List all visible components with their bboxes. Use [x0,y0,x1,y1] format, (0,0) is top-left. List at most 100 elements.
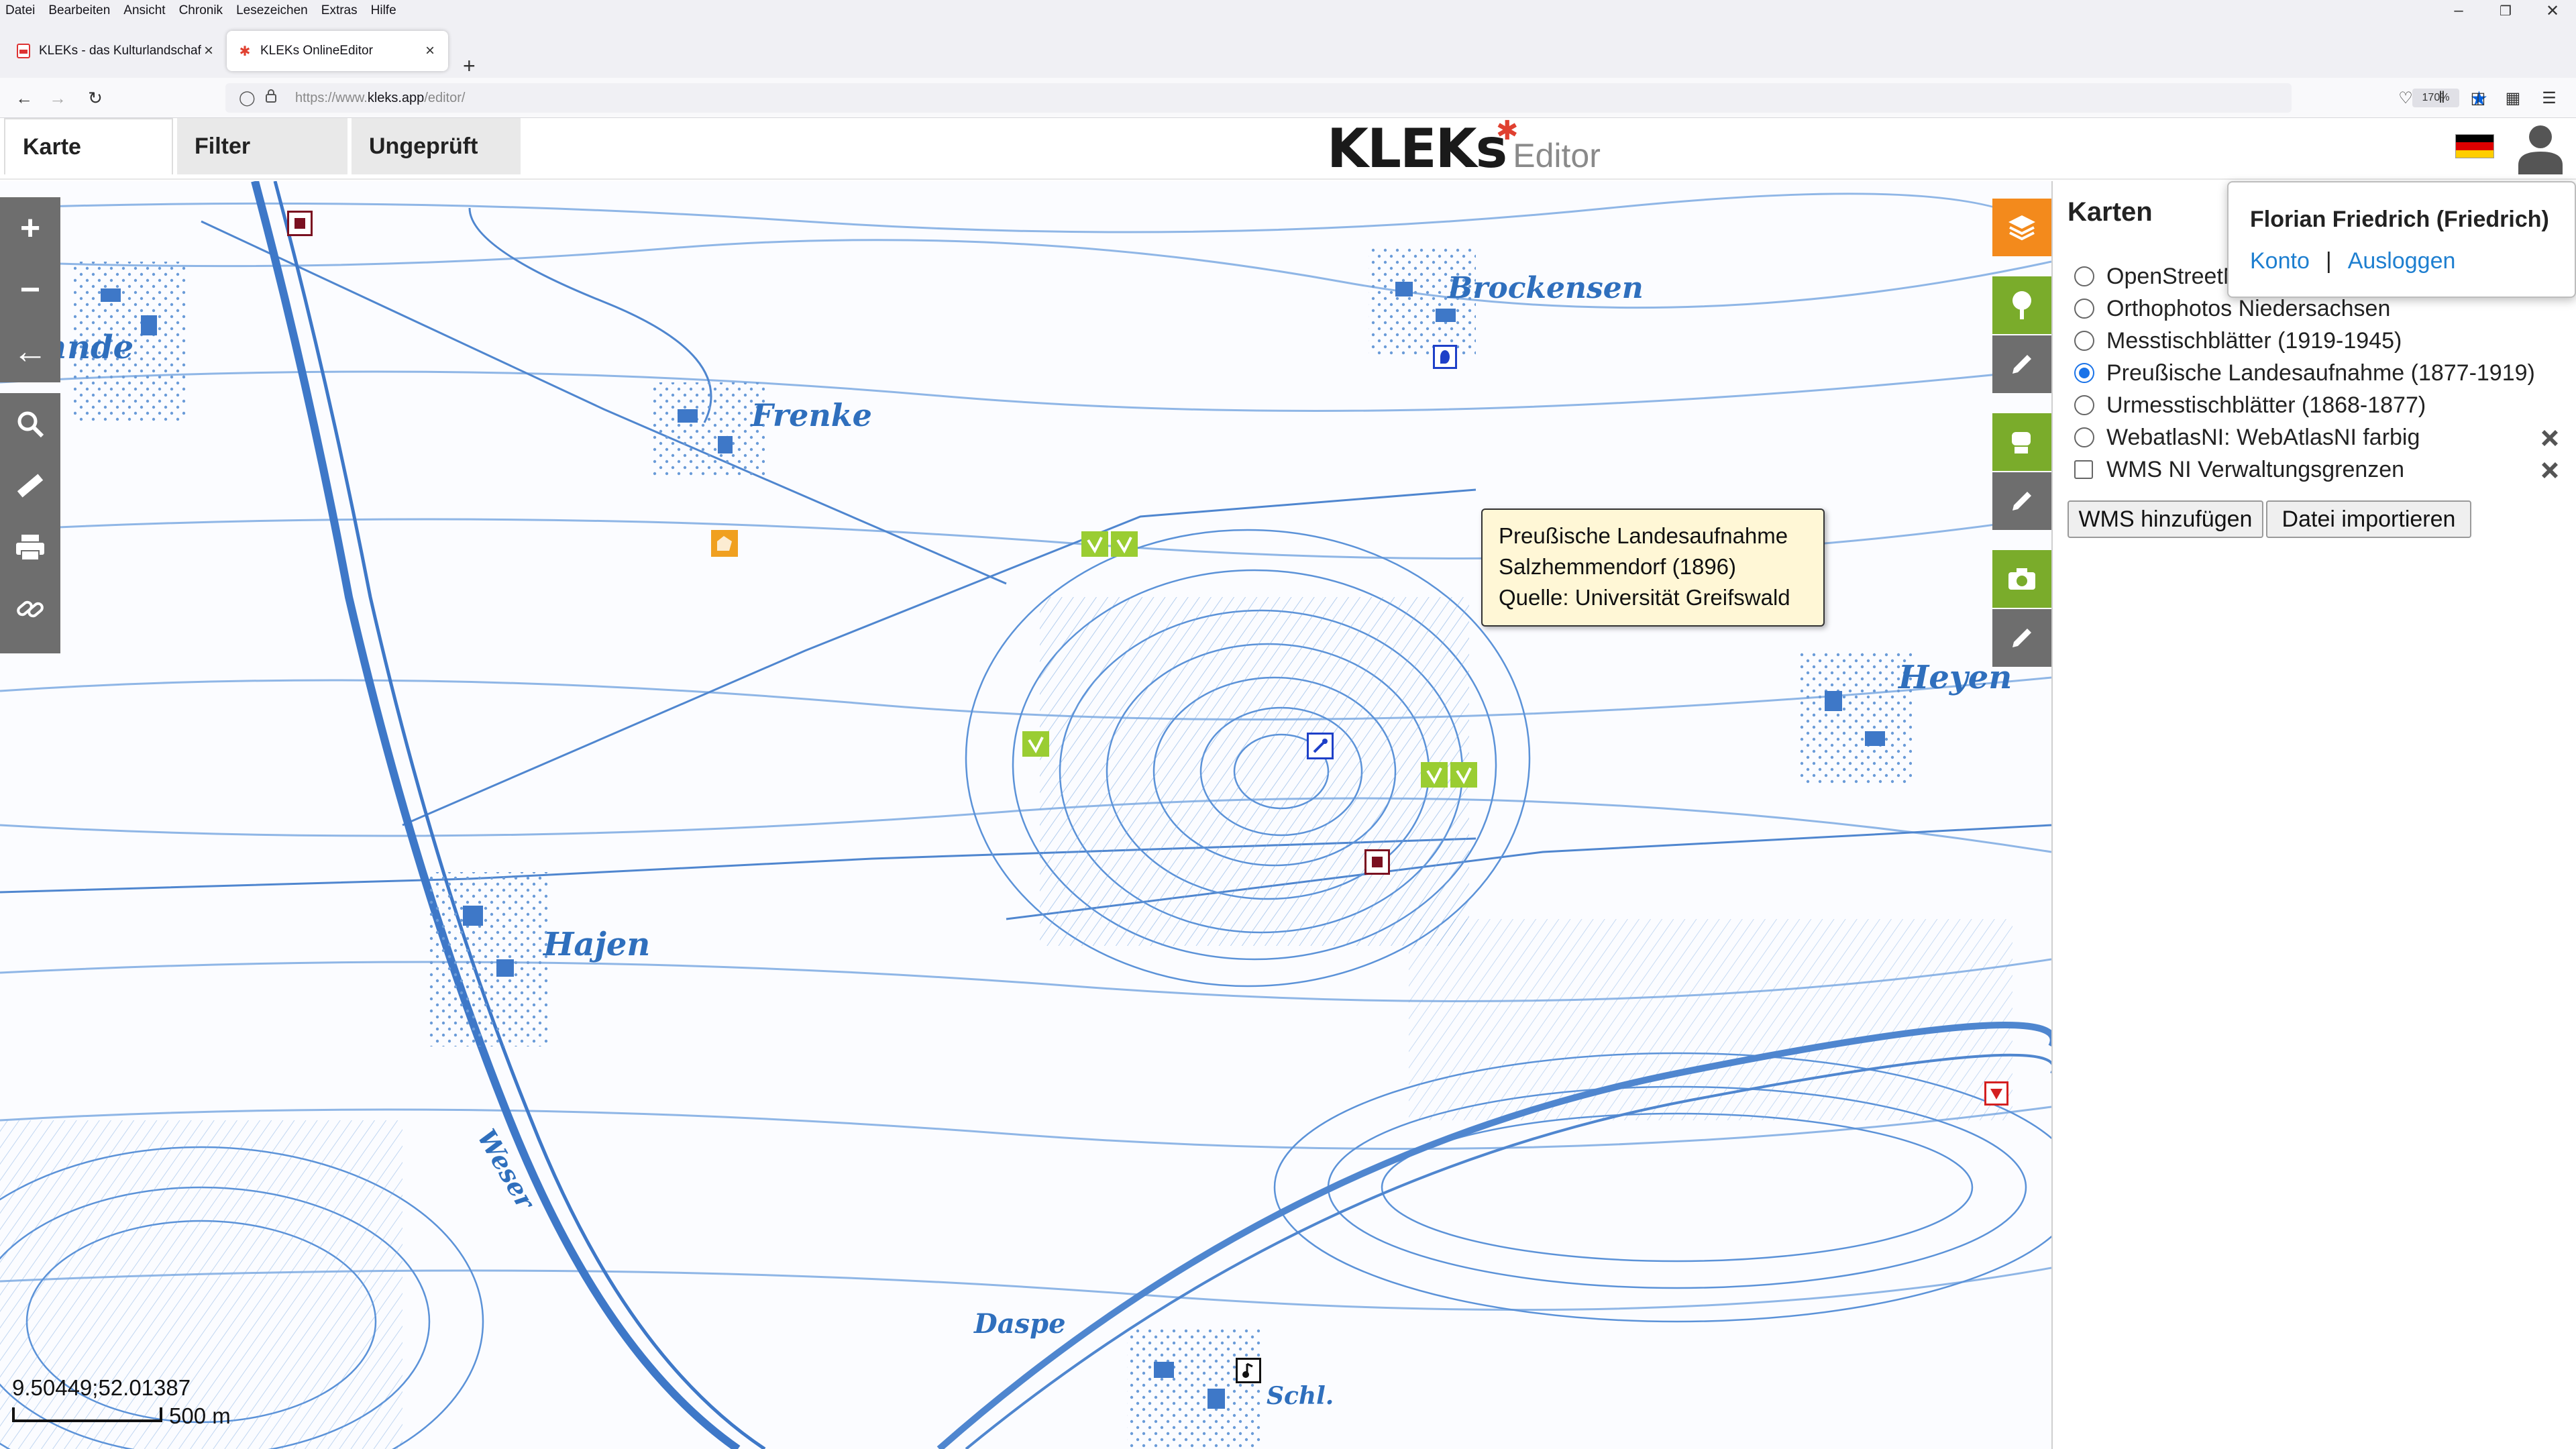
menu-extras[interactable]: Extras [315,3,364,18]
sidebar-icon[interactable]: ◫ [2465,85,2491,111]
close-window-icon[interactable]: ✕ [2529,0,2576,21]
edit-pencil-icon[interactable] [1992,472,2051,530]
url-text: https://www.kleks.app/editor/ [295,91,465,106]
new-tab-icon[interactable]: + [463,54,476,78]
red-warning-marker[interactable] [1984,1081,2008,1106]
remove-layer-icon[interactable] [2538,459,2561,482]
tree-icon[interactable] [1992,276,2051,334]
edit-pencil-icon[interactable] [1992,335,2051,393]
menu-lesezeichen[interactable]: Lesezeichen [229,3,315,18]
browser-tab-kleks-home[interactable]: KLEKs - das Kulturlandschafts-W × [5,31,227,71]
browser-navbar: ← → ↻ ◯ https://www.kleks.app/editor/ 17… [0,78,2576,118]
layer-checkbox[interactable] [2074,460,2093,479]
logo-text: KLEKs [1327,117,1507,180]
search-icon[interactable] [0,393,60,455]
menu-bearbeiten[interactable]: Bearbeiten [42,3,117,18]
close-tab-icon[interactable]: × [201,42,216,60]
shield-icon[interactable]: ◯ [239,89,256,107]
layer-webatlasni[interactable]: WebatlasNI: WebAtlasNI farbig [2074,423,2420,452]
monument-marker[interactable] [287,211,313,236]
place-hajen: Hajen [543,926,651,963]
zoom-controls: + − ← [0,197,60,382]
account-link[interactable]: Konto [2250,248,2310,274]
menu-hilfe[interactable]: Hilfe [364,3,403,18]
user-avatar-icon[interactable] [2517,123,2564,174]
place-schl: Schl. [1267,1382,1334,1410]
map-view[interactable]: Sehnde Frenke Brockensen Heyen Hajen Das… [0,181,2051,1449]
layer-radio[interactable] [2074,395,2094,415]
tooltip-line-3: Quelle: Universität Greifswald [1499,585,1790,610]
layer-label: Messtischblätter (1919-1945) [2106,327,2402,354]
menu-ansicht[interactable]: Ansicht [117,3,172,18]
browser-menubar: Datei Bearbeiten Ansicht Chronik Lesezei… [0,0,2576,21]
menu-datei[interactable]: Datei [0,3,42,18]
green-landscape-marker[interactable] [1081,531,1108,557]
hamburger-menu-icon[interactable]: ☰ [2536,85,2563,111]
place-brockensen: Brockensen [1448,271,1644,305]
green-landscape-marker[interactable] [1111,531,1138,557]
layer-urmesstischblaetter[interactable]: Urmesstischblätter (1868-1877) [2074,390,2426,420]
zoom-in-icon[interactable]: + [0,197,60,259]
import-file-button[interactable]: Datei importieren [2266,500,2471,538]
link-icon[interactable] [0,578,60,640]
layer-wms-verwaltungsgrenzen[interactable]: WMS NI Verwaltungsgrenzen [2074,455,2404,484]
layers-panel: Karten OpenStreetMap Orthophotos Nieders… [2051,181,2576,1449]
music-marker[interactable] [1236,1358,1261,1383]
close-tab-icon[interactable]: × [423,42,437,60]
tab-title: KLEKs - das Kulturlandschafts-W [39,44,201,58]
url-bar[interactable]: ◯ https://www.kleks.app/editor/ 170% ★ [225,83,2488,113]
tab-karte[interactable]: Karte [4,118,173,174]
browser-tab-kleks-editor[interactable]: ✱ KLEKs OnlineEditor × [227,31,448,71]
measure-ruler-icon[interactable] [0,455,60,517]
tab-ungeprueft[interactable]: Ungeprüft [352,118,521,174]
panel-title: Karten [2068,197,2153,227]
tool-blue-marker[interactable] [1307,733,1334,759]
layer-orthophotos[interactable]: Orthophotos Niedersachsen [2074,294,2390,323]
layer-label: WebatlasNI: WebAtlasNI farbig [2106,424,2420,450]
german-flag-icon[interactable] [2455,134,2494,158]
layer-radio-selected[interactable] [2074,363,2094,383]
monument-marker[interactable] [1364,849,1390,875]
back-view-icon[interactable]: ← [0,321,60,382]
coordinate-readout: 9.50449;52.01387 [12,1375,191,1400]
orange-area-marker[interactable] [711,530,738,557]
layer-preussische-landesaufnahme[interactable]: Preußische Landesaufnahme (1877-1919) [2074,358,2535,388]
forward-arrow-icon[interactable]: → [43,85,72,111]
layer-radio[interactable] [2074,299,2094,319]
scale-label: 500 m [169,1403,231,1428]
tool-controls [0,393,60,653]
hand-pointer-icon[interactable] [1992,413,2051,471]
lock-icon[interactable] [266,89,282,107]
menu-chronik[interactable]: Chronik [172,3,229,18]
edit-pencil-icon[interactable] [1992,609,2051,667]
layers-icon[interactable] [1992,199,2051,256]
logout-link[interactable]: Ausloggen [2348,248,2456,274]
scale-bar [12,1402,162,1426]
layer-messtischblaetter[interactable]: Messtischblätter (1919-1945) [2074,326,2402,356]
layer-label: Orthophotos Niedersachsen [2106,295,2391,321]
layer-radio[interactable] [2074,427,2094,447]
green-landscape-marker[interactable] [1421,762,1448,788]
print-icon[interactable] [0,517,60,578]
layer-radio[interactable] [2074,331,2094,351]
back-arrow-icon[interactable]: ← [9,85,39,111]
restore-window-icon[interactable]: ❐ [2482,0,2529,21]
camera-icon[interactable] [1992,550,2051,608]
historic-map-layer[interactable] [0,181,2051,1449]
water-marker[interactable] [1433,345,1457,369]
layer-radio[interactable] [2074,266,2094,286]
kleks-logo: KLEKs Editor ✱ [1327,116,1601,180]
add-wms-button[interactable]: WMS hinzufügen [2068,500,2263,538]
link-separator: | [2325,248,2332,274]
user-name: Florian Friedrich (Friedrich) [2250,207,2549,232]
remove-layer-icon[interactable] [2538,427,2561,449]
minimize-window-icon[interactable]: – [2435,0,2482,21]
pocket-icon[interactable]: ♡ [2392,85,2419,111]
tab-filter[interactable]: Filter [177,118,347,174]
extensions-icon[interactable]: ▦ [2500,85,2526,111]
library-icon[interactable]: ‖ [2428,85,2455,111]
zoom-out-icon[interactable]: − [0,259,60,321]
green-landscape-marker[interactable] [1022,731,1049,757]
green-landscape-marker[interactable] [1450,762,1477,788]
reload-icon[interactable]: ↻ [80,85,110,111]
